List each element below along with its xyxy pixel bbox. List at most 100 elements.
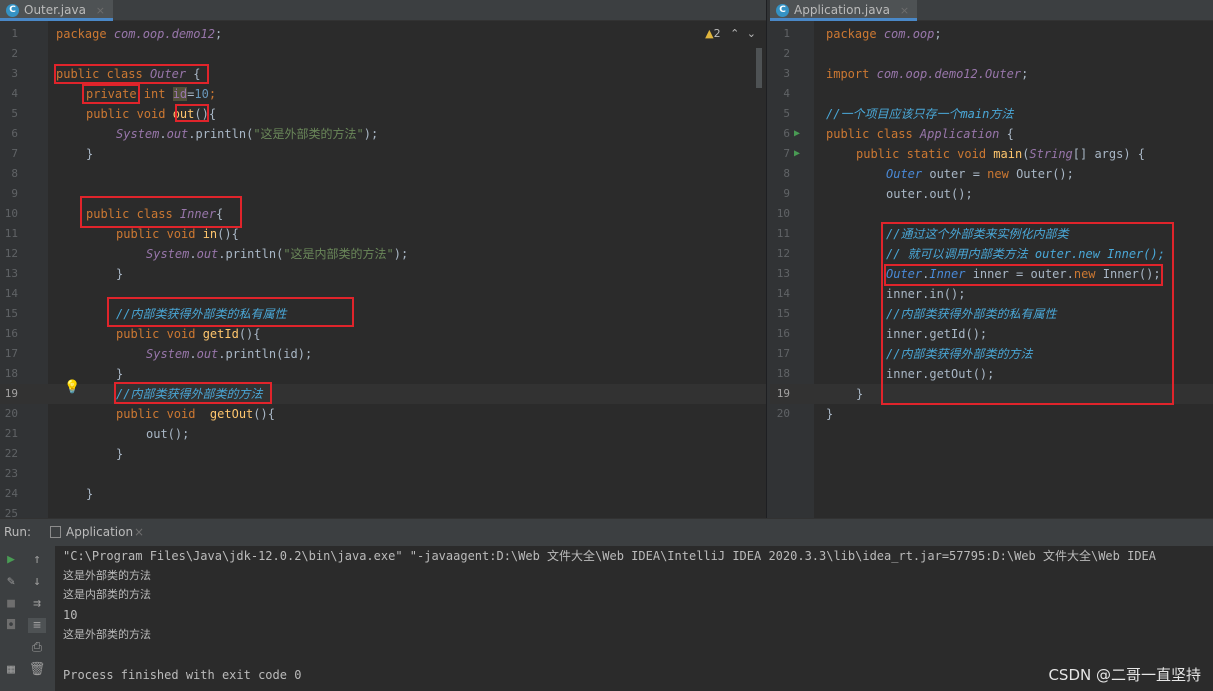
line-number: 13 — [776, 267, 790, 280]
code-line[interactable]: 7} — [0, 144, 766, 164]
code-line[interactable]: 1 package com.oop; — [770, 24, 1213, 44]
code-line[interactable]: 20 public void getOut(){ — [0, 404, 766, 424]
code-line[interactable]: 5 public void out(){ — [0, 104, 766, 124]
close-icon[interactable]: × — [96, 4, 105, 17]
line-number: 2 — [783, 47, 790, 60]
code-line[interactable]: 3 import com.oop.demo12.Outer; — [770, 64, 1213, 84]
code-line[interactable]: 8 — [0, 164, 766, 184]
code-line[interactable]: 18} — [0, 364, 766, 384]
soft-wrap-icon[interactable]: ⇉ — [28, 596, 46, 611]
close-icon[interactable]: × — [134, 519, 144, 546]
code-token: } — [856, 387, 864, 401]
code-line[interactable]: 4 — [770, 84, 1213, 104]
code-line[interactable]: 7 ▶ public static void main(String[] args)… — [770, 144, 1213, 164]
code-line[interactable]: 10 — [770, 204, 1213, 224]
close-icon[interactable]: × — [900, 4, 909, 17]
line-number: 11 — [776, 227, 790, 240]
code-token: ); — [363, 127, 379, 141]
layout-icon[interactable]: ▦ — [2, 662, 20, 677]
code-line[interactable]: 24} — [0, 484, 766, 504]
code-line[interactable]: 25 — [0, 504, 766, 518]
code-token: { — [999, 127, 1014, 141]
code-line[interactable]: 23 — [0, 464, 766, 484]
highlight-box — [82, 84, 140, 104]
code-token: package com.oop.demo12; — [56, 24, 222, 44]
highlight-box — [884, 264, 1163, 286]
arrow-up-icon[interactable]: ↑ — [28, 552, 46, 567]
print-icon[interactable]: ⎙ — [28, 640, 46, 655]
run-header: Run: Application × — [0, 519, 1213, 546]
code-token: . — [189, 347, 197, 361]
code-line[interactable]: 5 //一个项目应该只存一个main方法 — [770, 104, 1213, 124]
code-token: System — [146, 247, 190, 261]
code-token: out — [166, 127, 189, 141]
code-line[interactable]: 9 outer.out(); — [770, 184, 1213, 204]
line-number: 10 — [4, 207, 18, 220]
console-line: 这是外部类的方法 — [63, 569, 151, 582]
code-token: (){ — [217, 227, 239, 241]
code-line[interactable]: 12 System.out.println("这是内部类的方法"); — [0, 244, 766, 264]
run-tab-application[interactable]: Application — [66, 519, 133, 546]
code-line[interactable]: 2 — [770, 44, 1213, 64]
code-line[interactable]: 8 Outer outer = new Outer(); — [770, 164, 1213, 184]
arrow-down-icon[interactable]: ↓ — [28, 574, 46, 589]
code-token: Outer outer = new Outer(); — [886, 164, 1074, 184]
class-icon: C — [776, 4, 789, 17]
code-token: new — [987, 167, 1009, 181]
line-number: 18 — [4, 367, 18, 380]
code-token: System — [146, 347, 190, 361]
code-line[interactable]: 20} — [770, 404, 1213, 424]
rerun-icon[interactable]: ▶ — [2, 552, 20, 567]
code-line[interactable]: 2 — [0, 44, 766, 64]
code-line[interactable]: 1 package com.oop.demo12; — [0, 24, 766, 44]
console-line: "C:\Program Files\Java\jdk-12.0.2\bin\ja… — [63, 549, 1156, 563]
line-number: 20 — [776, 407, 790, 420]
application-java-editor[interactable]: C Application.java × 1 package com.oop; 2… — [770, 0, 1213, 518]
outer-java-editor[interactable]: C Outer.java × ▲2 ⌃ ⌄ 1 package com.oop.d… — [0, 0, 766, 518]
code-token: outer = — [922, 167, 988, 181]
code-token: public static void main(String[] args) { — [856, 144, 1145, 164]
code-token: (){ — [253, 407, 275, 421]
code-token: } — [116, 267, 124, 281]
console-icon — [50, 526, 61, 538]
tab-label: Application.java — [794, 3, 891, 17]
scroll-to-end-icon[interactable]: ≡ — [28, 618, 46, 633]
scrollbar[interactable] — [756, 48, 762, 88]
code-token: . — [159, 127, 167, 141]
code-token: public static void — [856, 147, 994, 161]
line-number: 5 — [11, 107, 18, 120]
wrench-icon[interactable]: ✎ — [2, 574, 20, 589]
tab-application-java[interactable]: C Application.java × — [770, 0, 918, 21]
highlight-box — [175, 104, 209, 122]
code-token: ; — [214, 27, 223, 41]
trash-icon[interactable]: 🗑 — [28, 662, 46, 677]
code-token: out — [196, 247, 219, 261]
code-token: System.out.println(id); — [146, 344, 312, 364]
camera-icon[interactable]: ◘ — [2, 618, 20, 633]
code-token: [] args) { — [1072, 147, 1146, 161]
code-line[interactable]: 22} — [0, 444, 766, 464]
code-line[interactable]: 6 System.out.println("这是外部类的方法"); — [0, 124, 766, 144]
tab-label: Outer.java — [24, 3, 86, 17]
line-number: 16 — [776, 327, 790, 340]
run-gutter-icon[interactable]: ▶ — [794, 124, 800, 144]
code-line[interactable]: 16 public void getId(){ — [0, 324, 766, 344]
code-token: out — [196, 347, 219, 361]
code-line[interactable]: 17 System.out.println(id); — [0, 344, 766, 364]
code-token: (){ — [238, 327, 261, 341]
code-line[interactable]: 6 ▶ public class Application { — [770, 124, 1213, 144]
stop-icon[interactable]: ■ — [2, 596, 20, 611]
code-line[interactable]: 21 out(); — [0, 424, 766, 444]
line-number: 5 — [783, 107, 790, 120]
lightbulb-icon[interactable]: 💡 — [64, 380, 80, 395]
tab-outer-java[interactable]: C Outer.java × — [0, 0, 113, 21]
line-number: 19 — [776, 387, 790, 400]
line-number: 23 — [4, 467, 18, 480]
line-number: 15 — [4, 307, 18, 320]
code-token: public void — [116, 227, 203, 241]
line-number: 9 — [11, 187, 18, 200]
run-gutter-icon[interactable]: ▶ — [794, 144, 800, 164]
code-token: import — [826, 67, 870, 81]
code-token: } — [116, 367, 124, 381]
code-line[interactable]: 13} — [0, 264, 766, 284]
